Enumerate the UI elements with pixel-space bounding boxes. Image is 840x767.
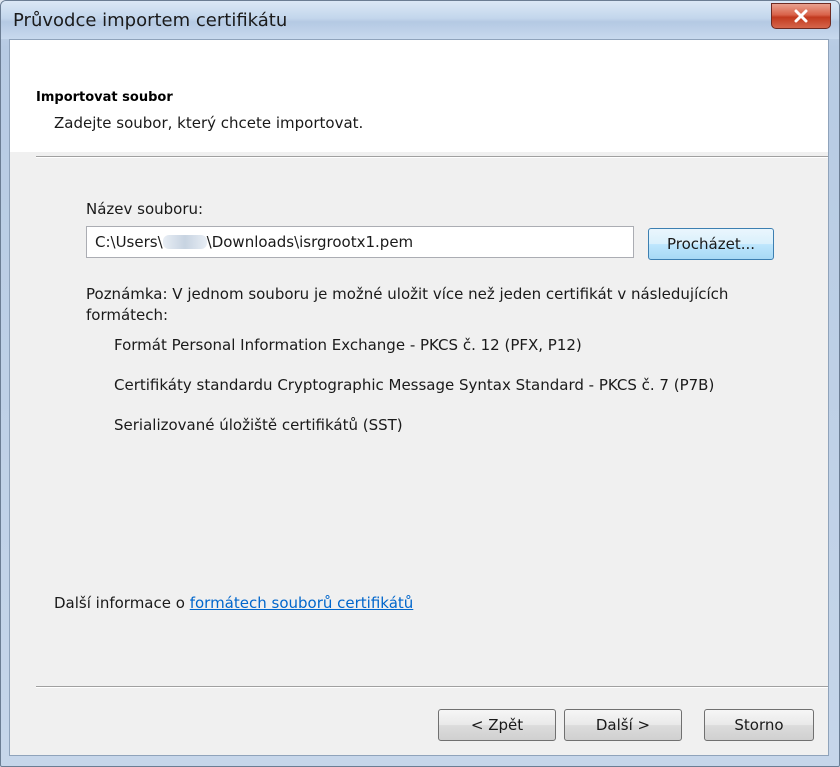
more-info-prefix: Další informace o <box>54 594 190 612</box>
close-icon <box>794 9 808 23</box>
window-title: Průvodce importem certifikátu <box>13 10 288 31</box>
redacted-username <box>162 235 207 249</box>
dialog-body: Importovat soubor Zadejte soubor, který … <box>9 39 829 756</box>
file-path-prefix: C:\Users\ <box>95 233 163 251</box>
wizard-window: Průvodce importem certifikátu Importovat… <box>0 0 840 767</box>
back-button[interactable]: < Zpět <box>438 709 556 741</box>
format-note: Poznámka: V jednom souboru je možné ulož… <box>86 285 729 324</box>
footer-divider <box>36 686 828 688</box>
title-bar[interactable]: Průvodce importem certifikátu <box>1 1 839 39</box>
format-item-p7b: Certifikáty standardu Cryptographic Mess… <box>114 376 715 394</box>
wizard-header: Importovat soubor Zadejte soubor, který … <box>10 40 828 152</box>
more-info-text: Další informace o formátech souborů cert… <box>54 594 413 612</box>
page-description: Zadejte soubor, který chcete importovat. <box>54 114 364 132</box>
page-title: Importovat soubor <box>36 90 173 105</box>
close-button[interactable] <box>771 3 831 29</box>
file-name-label: Název souboru: <box>86 200 204 218</box>
cancel-button[interactable]: Storno <box>704 709 814 741</box>
cert-formats-link[interactable]: formátech souborů certifikátů <box>190 594 414 612</box>
format-item-sst: Serializované úložiště certifikátů (SST) <box>114 416 403 434</box>
next-button[interactable]: Další > <box>564 709 682 741</box>
file-path-input[interactable]: C:\Users\ \Downloads\isrgrootx1.pem <box>86 226 634 258</box>
file-path-suffix: \Downloads\isrgrootx1.pem <box>206 233 414 251</box>
format-item-pfx: Formát Personal Information Exchange - P… <box>114 336 582 354</box>
browse-button[interactable]: Procházet... <box>648 228 774 260</box>
header-divider <box>36 156 828 158</box>
